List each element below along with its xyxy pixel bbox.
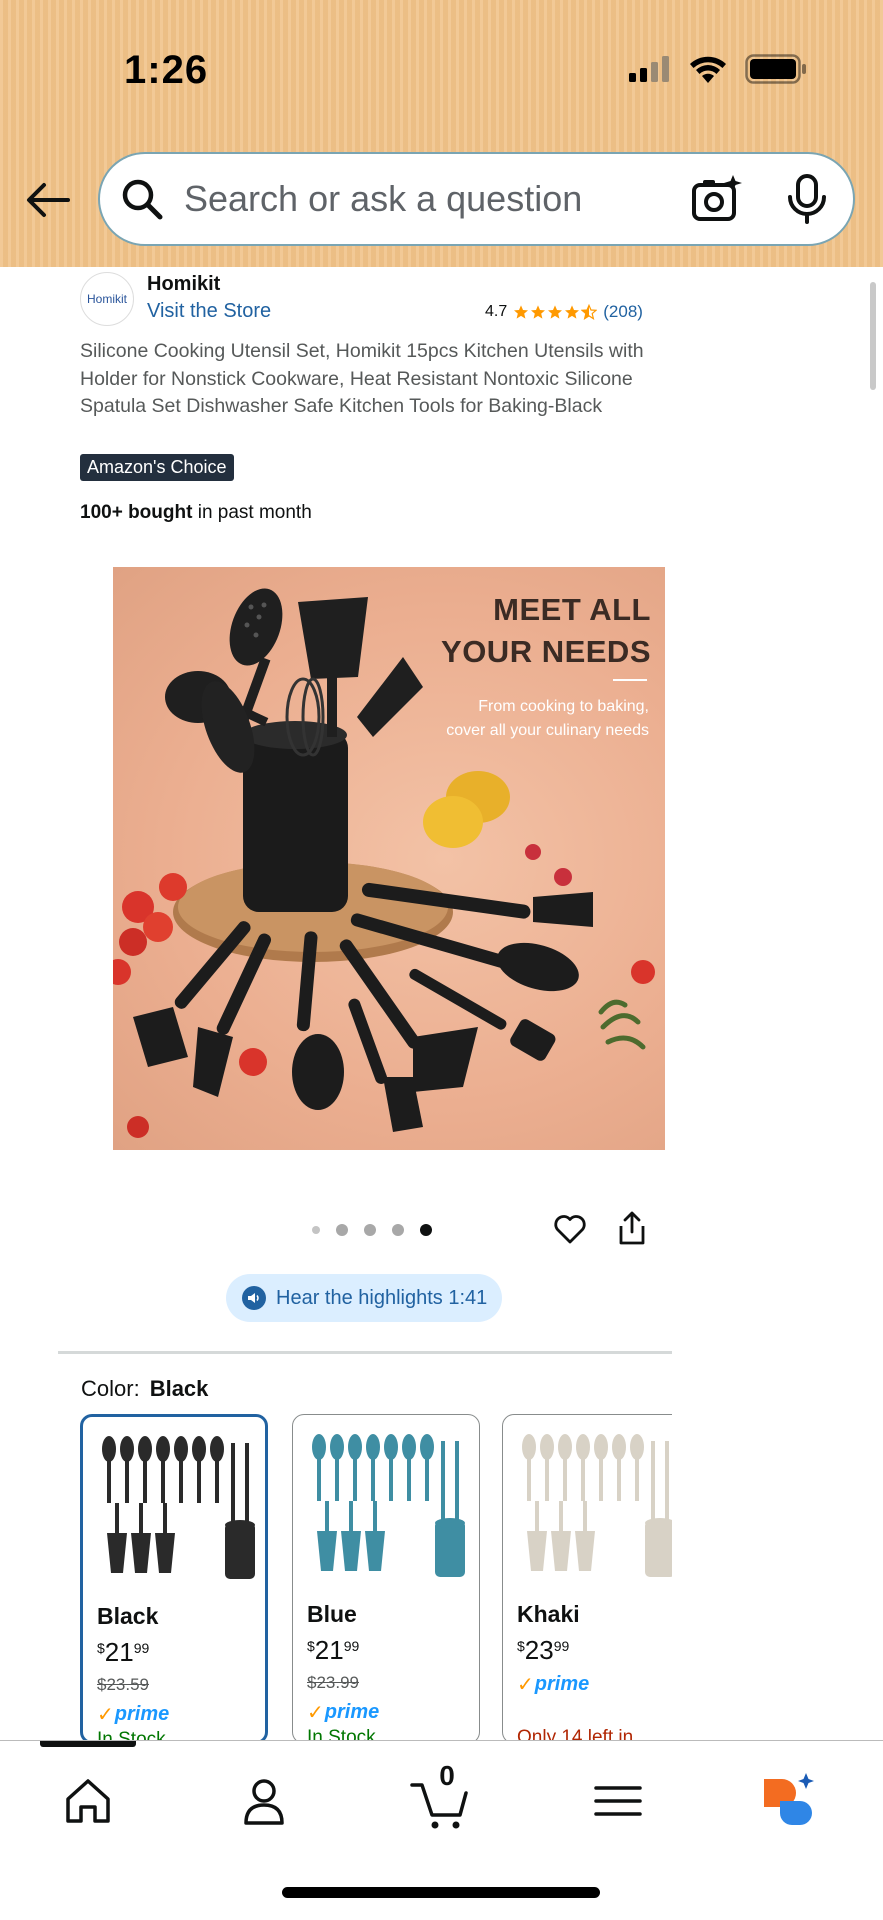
cellular-signal-icon	[629, 56, 669, 82]
hear-highlights-button[interactable]: Hear the highlights 1:41	[226, 1274, 502, 1322]
store-logo[interactable]: Homikit	[80, 272, 134, 326]
price-whole: 23	[524, 1635, 554, 1665]
image-headline-line2: YOUR NEEDS	[441, 634, 651, 669]
active-tab-indicator	[40, 1741, 136, 1747]
rating-count[interactable]: (208)	[603, 302, 643, 322]
carousel-dot[interactable]	[392, 1224, 404, 1236]
store-logo-text: Homikit	[86, 292, 127, 306]
bought-in-past-month: 100+ bought in past month	[80, 502, 312, 524]
star-icon	[548, 305, 563, 319]
image-headline: MEET ALL YOUR NEEDS	[441, 589, 651, 673]
color-swatches: Black $21 99 $23.59 ✓ prime In Stock Blue …	[80, 1414, 672, 1744]
star-icon	[514, 305, 529, 319]
search-input[interactable]	[184, 178, 691, 220]
star-rating	[513, 304, 598, 320]
swatch-price: $21 99	[97, 1637, 149, 1668]
section-divider	[58, 1351, 672, 1354]
wishlist-heart-icon[interactable]	[553, 1212, 587, 1246]
carousel-dot[interactable]	[364, 1224, 376, 1236]
cart-count: 0	[439, 1760, 455, 1791]
price-whole: 21	[314, 1635, 344, 1665]
carousel-dot-active[interactable]	[420, 1224, 432, 1236]
menu-icon[interactable]	[588, 1771, 648, 1831]
price-currency: $	[307, 1638, 315, 1654]
battery-icon	[745, 54, 806, 84]
carousel-dots	[312, 1224, 432, 1236]
back-arrow-icon[interactable]	[24, 176, 72, 224]
home-indicator	[282, 1887, 600, 1898]
price-currency: $	[97, 1640, 105, 1656]
microphone-icon[interactable]	[785, 173, 829, 225]
product-title: Silicone Cooking Utensil Set, Homikit 15…	[80, 340, 644, 417]
half-star-icon	[581, 304, 598, 320]
scrollbar[interactable]	[870, 282, 876, 390]
price-whole: 21	[104, 1637, 134, 1667]
image-headline-line1: MEET ALL	[493, 592, 651, 627]
color-swatch-black[interactable]: Black $21 99 $23.59 ✓ prime In Stock	[80, 1414, 268, 1744]
swatch-thumbnail	[102, 1436, 255, 1579]
star-icon	[565, 305, 580, 319]
price-cents: 99	[553, 1638, 570, 1654]
audio-icon	[242, 1286, 266, 1310]
prime-check-icon: ✓	[307, 1702, 324, 1724]
rufus-assistant-icon[interactable]	[760, 1771, 820, 1831]
prime-check-icon: ✓	[97, 1704, 114, 1726]
search-bar[interactable]	[98, 152, 855, 246]
swatch-price: $21 99	[307, 1635, 359, 1666]
hear-highlights-label: Hear the highlights 1:41	[276, 1286, 488, 1309]
swatch-thumbnail	[312, 1434, 465, 1577]
status-icons	[629, 54, 807, 84]
swatch-name: Black	[97, 1603, 159, 1629]
swatch-price: $23 99	[517, 1635, 569, 1666]
status-time: 1:26	[124, 48, 209, 92]
prime-check-icon: ✓	[517, 1674, 534, 1696]
share-icon[interactable]	[617, 1210, 647, 1246]
prime-label: prime	[534, 1673, 590, 1695]
prime-badge: ✓ prime	[307, 1700, 379, 1725]
swatch-list-price: $23.99	[307, 1673, 359, 1692]
color-label-text: Color:	[81, 1376, 140, 1401]
store-name: Homikit	[147, 273, 221, 295]
swatch-name: Blue	[307, 1601, 357, 1627]
wifi-icon	[690, 56, 726, 83]
home-icon[interactable]	[58, 1771, 118, 1831]
visit-store-link[interactable]: Visit the Store	[147, 300, 271, 323]
image-subtitle: From cooking to baking, cover all your c…	[399, 695, 649, 743]
color-swatch-blue[interactable]: Blue $21 99 $23.99 ✓ prime In Stock	[292, 1414, 480, 1744]
swatch-thumbnail	[522, 1434, 672, 1577]
image-rule	[613, 679, 647, 681]
account-icon[interactable]	[234, 1771, 294, 1831]
prime-badge: ✓ prime	[517, 1672, 589, 1697]
bought-count: 100+ bought	[80, 502, 193, 523]
price-cents: 99	[133, 1640, 150, 1656]
color-swatch-khaki[interactable]: Khaki $23 99 ✓ prime Only 14 left in	[502, 1414, 672, 1744]
amazons-choice-badge[interactable]: Amazon's Choice	[80, 454, 234, 481]
header: 1:26	[0, 0, 883, 267]
carousel-dot[interactable]	[312, 1226, 320, 1234]
prime-badge: ✓ prime	[97, 1702, 169, 1727]
image-subtitle-line2: cover all your culinary needs	[446, 722, 649, 739]
prime-label: prime	[114, 1703, 170, 1725]
swatch-name: Khaki	[517, 1601, 580, 1627]
bought-suffix: in past month	[192, 502, 312, 523]
price-currency: $	[517, 1638, 525, 1654]
prime-label: prime	[324, 1701, 380, 1723]
star-icon	[531, 305, 546, 319]
camera-search-icon[interactable]	[691, 173, 743, 225]
selected-color: Black	[149, 1376, 209, 1401]
image-subtitle-line1: From cooking to baking,	[478, 698, 649, 715]
search-icon	[122, 179, 163, 220]
carousel-dot[interactable]	[336, 1224, 348, 1236]
product-image[interactable]: MEET ALL YOUR NEEDS From cooking to baki…	[113, 567, 665, 1150]
price-cents: 99	[343, 1638, 360, 1654]
color-label: Color: Black	[81, 1376, 208, 1402]
swatch-list-price: $23.59	[97, 1675, 149, 1694]
rating-summary[interactable]: 4.7 (208)	[485, 302, 643, 322]
rating-value: 4.7	[485, 303, 508, 320]
